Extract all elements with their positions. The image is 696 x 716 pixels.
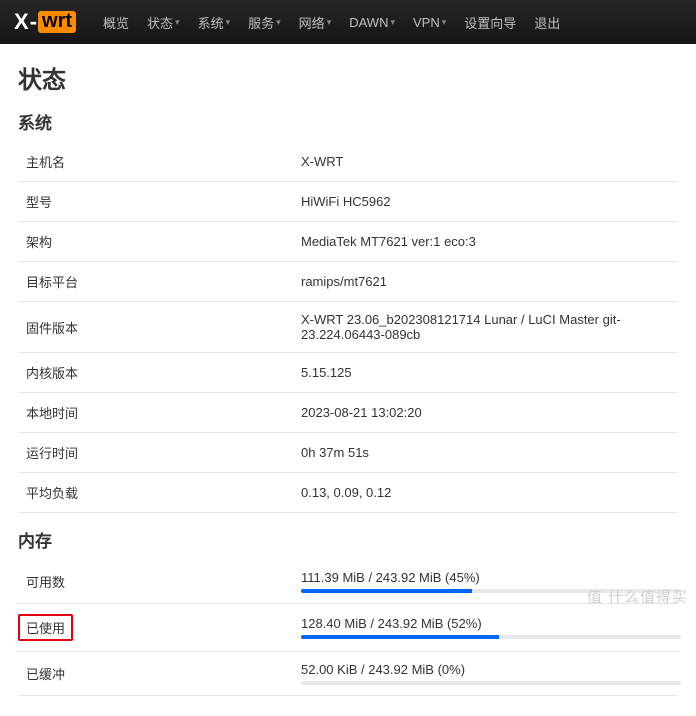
label-firmware: 固件版本 (26, 318, 301, 337)
row-load: 平均负载 0.13, 0.09, 0.12 (18, 473, 678, 513)
mem-buffered-bar (301, 681, 681, 685)
label-target: 目标平台 (26, 272, 301, 291)
label-arch: 架构 (26, 232, 301, 251)
section-title-system: 系统 (18, 109, 678, 134)
row-target: 目标平台 ramips/mt7621 (18, 262, 678, 302)
row-hostname: 主机名 X-WRT (18, 142, 678, 182)
label-hostname: 主机名 (26, 152, 301, 171)
caret-down-icon: ▾ (276, 17, 281, 28)
mem-available-text: 111.39 MiB / 243.92 MiB (45%) (301, 570, 681, 585)
system-table: 主机名 X-WRT 型号 HiWiFi HC5962 架构 MediaTek M… (18, 142, 678, 513)
value-mem-available: 111.39 MiB / 243.92 MiB (45%) (301, 570, 681, 593)
nav-item-1[interactable]: 状态▾ (138, 0, 189, 44)
nav-item-label: 系统 (198, 13, 224, 32)
label-uptime: 运行时间 (26, 443, 301, 462)
nav-items: 概览状态▾系统▾服务▾网络▾DAWN▾VPN▾设置向导退出 (94, 0, 569, 44)
mem-used-bar (301, 635, 681, 639)
nav-item-5[interactable]: DAWN▾ (340, 0, 404, 44)
label-load: 平均负载 (26, 483, 301, 502)
nav-item-3[interactable]: 服务▾ (239, 0, 290, 44)
caret-down-icon: ▾ (226, 17, 231, 28)
caret-down-icon: ▾ (390, 17, 395, 28)
highlight-box: 已使用 (18, 614, 73, 641)
nav-item-2[interactable]: 系统▾ (189, 0, 240, 44)
value-kernel: 5.15.125 (301, 365, 352, 380)
label-mem-available: 可用数 (26, 572, 301, 591)
caret-down-icon: ▾ (175, 17, 180, 28)
logo-text-dash: - (30, 9, 37, 35)
nav-item-label: 状态 (147, 13, 173, 32)
logo-text-wrt: wrt (38, 11, 76, 33)
row-mem-used: 已使用 128.40 MiB / 243.92 MiB (52%) (18, 604, 678, 652)
nav-item-7[interactable]: 设置向导 (455, 0, 525, 44)
label-mem-buffered: 已缓冲 (26, 664, 301, 683)
nav-item-label: 概览 (103, 13, 129, 32)
value-arch: MediaTek MT7621 ver:1 eco:3 (301, 234, 476, 249)
nav-item-label: 退出 (534, 13, 560, 32)
logo-text-x: X (14, 9, 29, 35)
row-firmware: 固件版本 X-WRT 23.06_b202308121714 Lunar / L… (18, 302, 678, 353)
row-localtime: 本地时间 2023-08-21 13:02:20 (18, 393, 678, 433)
nav-item-6[interactable]: VPN▾ (404, 0, 455, 44)
label-mem-used: 已使用 (26, 614, 301, 641)
memory-table: 可用数 111.39 MiB / 243.92 MiB (45%) 已使用 12… (18, 560, 678, 696)
section-title-memory: 内存 (18, 527, 678, 552)
nav-item-label: 网络 (299, 13, 325, 32)
nav-item-8[interactable]: 退出 (525, 0, 569, 44)
label-model: 型号 (26, 192, 301, 211)
brand-logo[interactable]: X - wrt (14, 9, 76, 35)
row-mem-buffered: 已缓冲 52.00 KiB / 243.92 MiB (0%) (18, 652, 678, 696)
page-content: 状态 系统 主机名 X-WRT 型号 HiWiFi HC5962 架构 Medi… (0, 44, 696, 716)
row-mem-available: 可用数 111.39 MiB / 243.92 MiB (45%) (18, 560, 678, 604)
page-title: 状态 (18, 60, 678, 95)
value-mem-buffered: 52.00 KiB / 243.92 MiB (0%) (301, 662, 681, 685)
mem-buffered-text: 52.00 KiB / 243.92 MiB (0%) (301, 662, 681, 677)
mem-available-bar (301, 589, 681, 593)
value-hostname: X-WRT (301, 154, 343, 169)
row-arch: 架构 MediaTek MT7621 ver:1 eco:3 (18, 222, 678, 262)
nav-item-label: 服务 (248, 13, 274, 32)
value-firmware: X-WRT 23.06_b202308121714 Lunar / LuCI M… (301, 312, 678, 342)
row-model: 型号 HiWiFi HC5962 (18, 182, 678, 222)
label-kernel: 内核版本 (26, 363, 301, 382)
row-kernel: 内核版本 5.15.125 (18, 353, 678, 393)
nav-item-4[interactable]: 网络▾ (290, 0, 341, 44)
mem-available-fill (301, 589, 472, 593)
nav-item-label: VPN (413, 15, 440, 30)
value-target: ramips/mt7621 (301, 274, 387, 289)
caret-down-icon: ▾ (327, 17, 332, 28)
row-uptime: 运行时间 0h 37m 51s (18, 433, 678, 473)
value-model: HiWiFi HC5962 (301, 194, 391, 209)
nav-item-label: DAWN (349, 15, 388, 30)
mem-used-text: 128.40 MiB / 243.92 MiB (52%) (301, 616, 681, 631)
label-localtime: 本地时间 (26, 403, 301, 422)
value-mem-used: 128.40 MiB / 243.92 MiB (52%) (301, 616, 681, 639)
caret-down-icon: ▾ (442, 17, 447, 28)
value-load: 0.13, 0.09, 0.12 (301, 485, 391, 500)
value-localtime: 2023-08-21 13:02:20 (301, 405, 422, 420)
nav-item-0[interactable]: 概览 (94, 0, 138, 44)
nav-item-label: 设置向导 (464, 13, 516, 32)
mem-used-fill (301, 635, 499, 639)
value-uptime: 0h 37m 51s (301, 445, 369, 460)
navbar: X - wrt 概览状态▾系统▾服务▾网络▾DAWN▾VPN▾设置向导退出 (0, 0, 696, 44)
